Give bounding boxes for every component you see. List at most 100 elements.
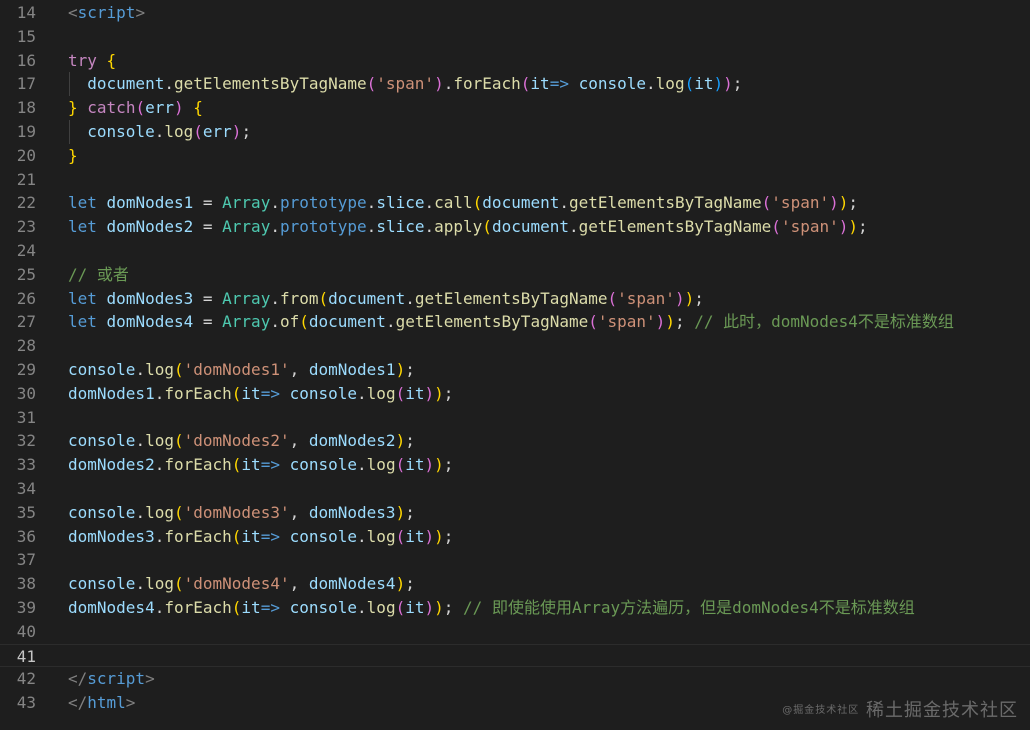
line-text: } catch(err) { xyxy=(68,96,203,120)
code-line[interactable]: 25 // 或者 xyxy=(0,263,1030,287)
code-token: domNodes1 xyxy=(106,193,194,213)
code-area[interactable]: 14 <script> 15 16 try {17 document.getElemen… xyxy=(0,1,1030,715)
code-token: . xyxy=(154,455,165,475)
code-token: let xyxy=(68,312,97,332)
code-line[interactable]: 31 xyxy=(0,406,1030,430)
code-token: ) xyxy=(231,121,242,141)
code-token: , xyxy=(289,359,309,379)
code-token: call xyxy=(434,193,473,213)
code-token: from xyxy=(279,288,319,308)
code-line[interactable]: 29 console.log('domNodes1', domNodes1); xyxy=(0,358,1030,382)
code-token: => xyxy=(260,455,280,475)
code-token: . xyxy=(357,383,367,403)
code-token: ; xyxy=(405,431,415,451)
code-token: . xyxy=(569,217,579,237)
code-token: slice xyxy=(376,193,425,213)
line-number: 16 xyxy=(16,50,36,70)
code-line[interactable]: 41 xyxy=(0,643,1030,668)
code-line[interactable]: 18 } catch(err) { xyxy=(0,96,1030,120)
code-editor[interactable]: 14 <script> 15 16 try {17 document.getElemen… xyxy=(0,0,1030,730)
code-token: getElementsByTagName xyxy=(395,312,589,332)
code-line[interactable]: 21 xyxy=(0,168,1030,192)
code-line[interactable]: 42 </script> xyxy=(0,667,1030,691)
code-token: ) xyxy=(434,455,444,475)
code-line[interactable]: 35 console.log('domNodes3', domNodes3); xyxy=(0,501,1030,525)
code-line[interactable]: 24 xyxy=(0,239,1030,263)
line-number: 34 xyxy=(16,478,36,498)
code-token: forEach xyxy=(164,526,232,546)
code-line[interactable]: 23 let domNodes2 = Array.prototype.slice.… xyxy=(0,215,1030,239)
line-number: 26 xyxy=(16,288,36,308)
code-token: let xyxy=(68,217,97,237)
code-line[interactable]: 16 try { xyxy=(0,49,1030,73)
code-token: document xyxy=(308,312,386,332)
code-line[interactable]: 20} xyxy=(0,144,1030,168)
code-token: script xyxy=(77,3,136,22)
code-line[interactable]: 14 <script> xyxy=(0,1,1030,25)
code-token: forEach xyxy=(453,74,521,94)
code-token: catch xyxy=(87,98,136,118)
code-line[interactable]: 32 console.log('domNodes2', domNodes2); xyxy=(0,429,1030,453)
code-token: </ xyxy=(68,669,88,689)
code-token: . xyxy=(135,502,146,522)
code-token: 'domNodes3' xyxy=(183,502,290,522)
code-line[interactable]: 33 domNodes2.forEach(it=> console.log(it)… xyxy=(0,453,1030,477)
code-token: 'span' xyxy=(617,288,675,308)
code-token: ( xyxy=(135,98,146,118)
code-token: getElementsByTagName xyxy=(569,193,762,213)
code-token: . xyxy=(270,193,280,213)
code-token: 'span' xyxy=(597,312,656,332)
code-token: ; xyxy=(405,574,415,594)
line-number: 33 xyxy=(16,455,36,475)
code-line[interactable]: 19 console.log(err); xyxy=(0,119,1030,144)
code-line[interactable]: 22 let domNodes1 = Array.prototype.slice.… xyxy=(0,191,1030,215)
line-number: 42 xyxy=(16,669,36,689)
code-token: html xyxy=(87,693,126,713)
code-line[interactable]: 37 xyxy=(0,548,1030,572)
code-token: prototype xyxy=(279,193,367,213)
code-line[interactable]: 38 console.log('domNodes4', domNodes4); xyxy=(0,572,1030,596)
code-token: console xyxy=(68,359,136,379)
code-token: ( xyxy=(684,74,695,94)
code-token: apply xyxy=(434,217,483,237)
code-token: . xyxy=(405,288,415,308)
code-line[interactable]: 26 let domNodes3 = Array.from(document.ge… xyxy=(0,287,1030,311)
code-token: ) xyxy=(434,383,444,403)
code-line[interactable]: 28 xyxy=(0,334,1030,358)
code-token: getElementsByTagName xyxy=(173,74,367,94)
code-line[interactable]: 39 domNodes4.forEach(it=> console.log(it)… xyxy=(0,596,1030,620)
code-token: . xyxy=(154,597,165,617)
code-line[interactable]: 34 xyxy=(0,477,1030,501)
code-token: . xyxy=(135,574,146,594)
line-text: document.getElementsByTagName('span').fo… xyxy=(68,72,742,96)
code-token: ( xyxy=(395,455,406,475)
line-number: 18 xyxy=(16,98,36,118)
code-token: ( xyxy=(231,383,242,403)
code-token: = xyxy=(193,193,223,213)
code-line[interactable]: 40 xyxy=(0,620,1030,644)
code-token: document xyxy=(482,193,560,213)
code-token: // 即使能使用Array方法遍历，但是domNodes4不是标准数组 xyxy=(463,597,915,617)
code-token: console xyxy=(68,502,136,522)
code-token: </ xyxy=(68,693,88,713)
code-token: domNodes1 xyxy=(68,383,155,403)
line-number: 27 xyxy=(16,312,36,332)
code-line[interactable]: 30 domNodes1.forEach(it=> console.log(it)… xyxy=(0,382,1030,406)
code-token: { xyxy=(193,98,203,118)
code-token: ; xyxy=(732,74,743,94)
line-text: <script> xyxy=(68,1,145,25)
code-line[interactable]: 17 document.getElementsByTagName('span')… xyxy=(0,72,1030,97)
code-line[interactable]: 15 xyxy=(0,25,1030,49)
code-line[interactable]: 36 domNodes3.forEach(it=> console.log(it)… xyxy=(0,525,1030,549)
code-line[interactable]: 27 let domNodes4 = Array.of(document.getE… xyxy=(0,310,1030,334)
line-text: console.log('domNodes3', domNodes3); xyxy=(68,501,415,525)
code-token: ; xyxy=(443,383,454,403)
